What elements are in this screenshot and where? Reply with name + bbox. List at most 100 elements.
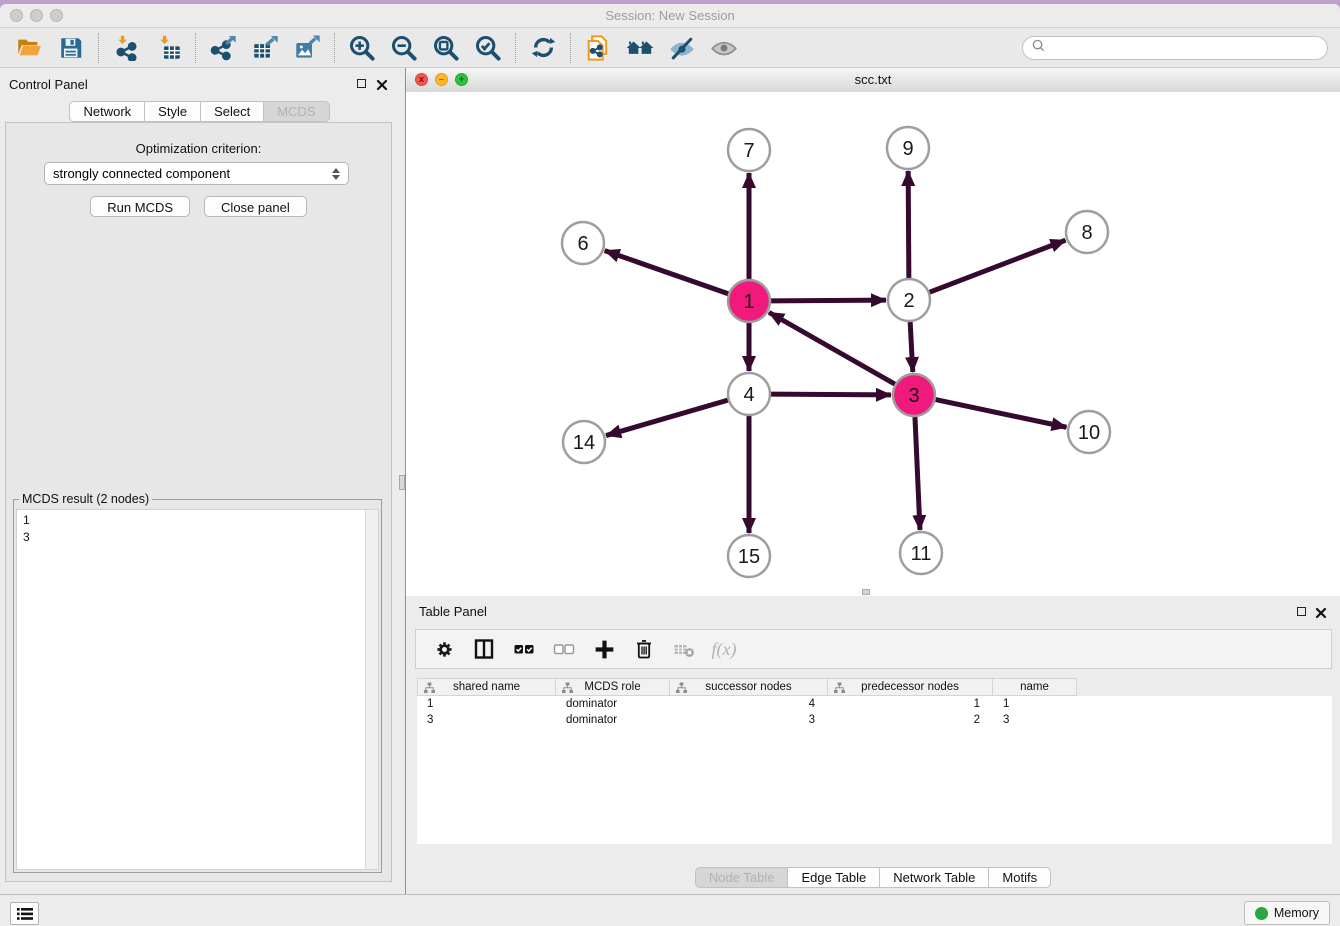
zoom-in-icon[interactable]: [347, 33, 377, 63]
table-row[interactable]: 1dominator411: [417, 696, 1332, 712]
graph-edge-3-10[interactable]: [936, 400, 1067, 428]
network-hscroll-handle[interactable]: [862, 589, 870, 595]
main-toolbar: [0, 28, 1340, 68]
select-all-icon[interactable]: [510, 635, 538, 663]
hide-eye-icon[interactable]: [667, 33, 697, 63]
toolbar-separator: [515, 33, 516, 63]
tab-style[interactable]: Style: [145, 101, 201, 122]
run-mcds-button[interactable]: Run MCDS: [90, 196, 190, 217]
svg-text:2: 2: [903, 290, 914, 312]
svg-text:15: 15: [738, 546, 760, 568]
criterion-dropdown[interactable]: strongly connected component: [44, 162, 349, 185]
close-panel-icon[interactable]: [376, 78, 388, 90]
tab-mcds[interactable]: MCDS: [264, 101, 329, 122]
graph-edge-4-3[interactable]: [771, 394, 891, 395]
graph-node-9[interactable]: 9: [887, 127, 929, 169]
float-panel-icon[interactable]: [357, 79, 366, 88]
refresh-icon[interactable]: [528, 33, 558, 63]
network-canvas[interactable]: 7 9 6 8 1 2 4 3 14 10 15 11: [406, 92, 1340, 596]
add-icon[interactable]: [590, 635, 618, 663]
zoom-selected-icon[interactable]: [473, 33, 503, 63]
columns-icon[interactable]: [470, 635, 498, 663]
delete-icon[interactable]: [630, 635, 658, 663]
graph-node-14[interactable]: 14: [563, 421, 605, 463]
graph-edge-3-11[interactable]: [915, 417, 920, 530]
export-image-icon[interactable]: [292, 33, 322, 63]
optimization-criterion-label: Optimization criterion:: [6, 141, 391, 156]
toolbar-separator: [570, 33, 571, 63]
mcds-result-box: MCDS result (2 nodes) 1 3: [13, 499, 382, 873]
table-toolbar: f(x): [415, 629, 1332, 669]
toolbar-separator: [334, 33, 335, 63]
memory-button[interactable]: Memory: [1244, 901, 1330, 925]
function-builder-icon: f(x): [710, 635, 738, 663]
criterion-dropdown-value: strongly connected component: [53, 166, 332, 181]
tab-select[interactable]: Select: [201, 101, 264, 122]
table-row[interactable]: 3dominator323: [417, 712, 1332, 728]
graph-edge-2-8[interactable]: [930, 240, 1066, 292]
column-header-shared-name[interactable]: shared name: [417, 678, 556, 696]
open-folder-icon[interactable]: [14, 33, 44, 63]
svg-text:11: 11: [911, 543, 932, 565]
graph-node-10[interactable]: 10: [1068, 411, 1110, 453]
column-header-name[interactable]: name: [993, 678, 1077, 696]
graph-edge-2-3[interactable]: [910, 322, 913, 372]
zoom-out-icon[interactable]: [389, 33, 419, 63]
control-panel-title: Control Panel: [9, 77, 88, 92]
eye-icon[interactable]: [709, 33, 739, 63]
float-table-panel-icon[interactable]: [1297, 607, 1306, 616]
tab-network[interactable]: Network: [69, 101, 145, 122]
search-input[interactable]: [1051, 40, 1319, 56]
graph-edge-4-14[interactable]: [606, 400, 728, 435]
graph-edge-2-9[interactable]: [908, 171, 909, 278]
graph-node-1[interactable]: 1: [728, 280, 770, 322]
close-panel-button[interactable]: Close panel: [204, 196, 307, 217]
tab-node-table[interactable]: Node Table: [695, 867, 789, 888]
graph-edge-1-6[interactable]: [605, 251, 729, 294]
column-header-MCDS-role[interactable]: MCDS role: [556, 678, 670, 696]
graph-node-15[interactable]: 15: [728, 535, 770, 577]
graph-node-2[interactable]: 2: [888, 279, 930, 321]
result-scrollbar[interactable]: [365, 510, 378, 869]
tab-edge-table[interactable]: Edge Table: [788, 867, 880, 888]
task-history-button[interactable]: [10, 902, 39, 925]
sort-tree-icon: [562, 682, 573, 697]
save-icon[interactable]: [56, 33, 86, 63]
table-header-row: shared nameMCDS rolesuccessor nodesprede…: [417, 678, 1077, 696]
graph-node-3[interactable]: 3: [893, 374, 935, 416]
app-window: Session: New Session Control Panel: [0, 4, 1340, 926]
network-window: x – + scc.txt 7 9 6 8 1 2 4 3 14 10 15 11: [406, 68, 1340, 596]
screen: Session: New Session Control Panel: [0, 0, 1340, 926]
splitter-handle[interactable]: [399, 475, 405, 490]
graph-node-6[interactable]: 6: [562, 222, 604, 264]
gear-icon[interactable]: [430, 635, 458, 663]
export-table-icon[interactable]: [250, 33, 280, 63]
import-table-icon[interactable]: [153, 33, 183, 63]
zoom-fit-icon[interactable]: [431, 33, 461, 63]
graph-edge-1-2[interactable]: [771, 300, 886, 301]
tab-network-table[interactable]: Network Table: [880, 867, 989, 888]
homes-icon[interactable]: [625, 33, 655, 63]
graph-edge-3-1[interactable]: [769, 312, 895, 384]
mcds-result-area[interactable]: 1 3: [16, 509, 379, 870]
search-icon: [1031, 38, 1046, 58]
vertical-splitter[interactable]: [399, 68, 406, 894]
export-network-icon[interactable]: [208, 33, 238, 63]
network-graph[interactable]: 7 9 6 8 1 2 4 3 14 10 15 11: [406, 92, 1340, 596]
graph-node-11[interactable]: 11: [900, 532, 942, 574]
svg-text:14: 14: [573, 432, 595, 454]
window-title: Session: New Session: [0, 8, 1340, 23]
graph-node-8[interactable]: 8: [1066, 211, 1108, 253]
network-file-icon[interactable]: [583, 33, 613, 63]
tab-motifs[interactable]: Motifs: [989, 867, 1051, 888]
column-header-successor-nodes[interactable]: successor nodes: [670, 678, 828, 696]
import-network-icon[interactable]: [111, 33, 141, 63]
network-window-titlebar[interactable]: x – + scc.txt: [406, 68, 1340, 93]
column-header-predecessor-nodes[interactable]: predecessor nodes: [828, 678, 993, 696]
sort-tree-icon: [676, 682, 687, 697]
close-table-panel-icon[interactable]: [1315, 606, 1327, 618]
deselect-all-icon[interactable]: [550, 635, 578, 663]
search-box[interactable]: [1022, 36, 1328, 60]
graph-node-4[interactable]: 4: [728, 373, 770, 415]
graph-node-7[interactable]: 7: [728, 129, 770, 171]
